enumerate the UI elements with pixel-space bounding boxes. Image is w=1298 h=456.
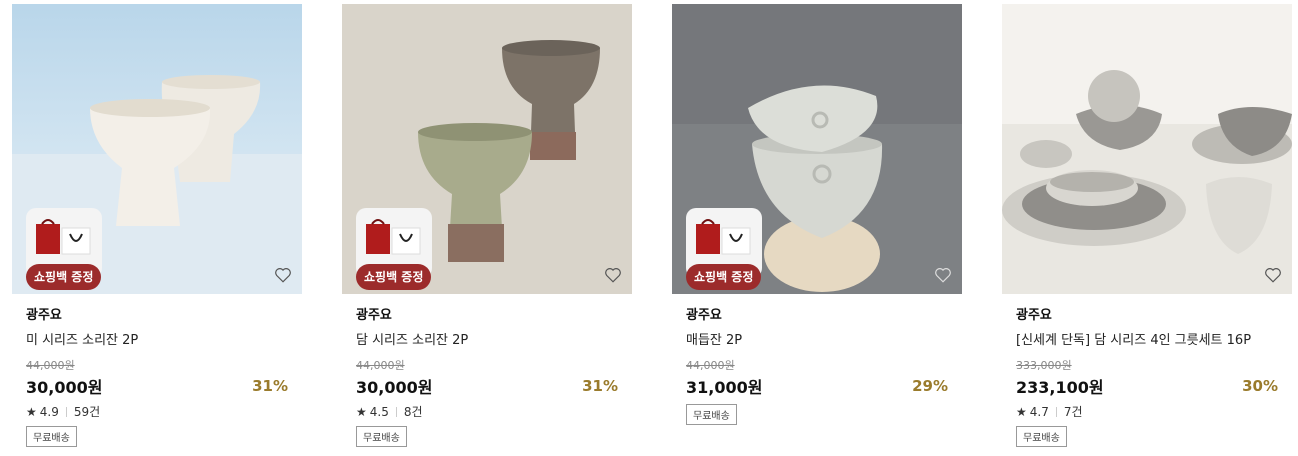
gift-badge: 쇼핑백 증정: [356, 264, 432, 290]
shopping-bag-icon: [696, 219, 751, 255]
rating-row: ★ 4.9 59건: [26, 403, 288, 420]
gift-promo: 쇼핑백 증정: [26, 208, 102, 290]
heart-icon[interactable]: [604, 266, 622, 284]
product-grid: 쇼핑백 증정 광주요 미 시리즈 소리잔 2P 44,000원 30,000원 …: [0, 0, 1298, 456]
product-brand: 광주요: [26, 308, 62, 323]
divider: [395, 406, 397, 417]
discount-rate: 31%: [582, 377, 618, 395]
product-image[interactable]: 쇼핑백 증정: [12, 4, 302, 294]
rating-row: ★ 4.7 7건: [1016, 403, 1278, 420]
original-price: 44,000원: [26, 359, 75, 372]
free-shipping-tag: 무료배송: [356, 426, 407, 447]
gift-badge: 쇼핑백 증정: [686, 264, 762, 290]
product-image[interactable]: 쇼핑백 증정: [672, 4, 962, 294]
gift-promo: 쇼핑백 증정: [686, 208, 762, 290]
product-name[interactable]: 매듭잔 2P: [686, 329, 948, 348]
original-price: 44,000원: [356, 359, 405, 372]
sale-price: 233,100원: [1016, 378, 1104, 397]
rating-score: 4.9: [39, 404, 59, 419]
product-brand: 광주요: [686, 308, 722, 323]
product-name[interactable]: 담 시리즈 소리잔 2P: [356, 329, 618, 348]
gift-promo: 쇼핑백 증정: [356, 208, 432, 290]
rating-score: 4.5: [369, 404, 389, 419]
shopping-bag-icon: [366, 219, 421, 255]
gift-badge: 쇼핑백 증정: [26, 264, 102, 290]
original-price: 44,000원: [686, 359, 735, 372]
product-card[interactable]: 쇼핑백 증정 광주요 담 시리즈 소리잔 2P 44,000원 30,000원 …: [342, 4, 632, 447]
product-card[interactable]: 쇼핑백 증정 광주요 미 시리즈 소리잔 2P 44,000원 30,000원 …: [12, 4, 302, 447]
divider: [65, 406, 67, 417]
shopping-bag-icon: [36, 219, 91, 255]
free-shipping-tag: 무료배송: [686, 404, 737, 425]
product-name[interactable]: 미 시리즈 소리잔 2P: [26, 329, 288, 348]
product-card[interactable]: 광주요 [신세계 단독] 담 시리즈 4인 그릇세트 16P 333,000원 …: [1002, 4, 1292, 447]
product-brand: 광주요: [1016, 308, 1052, 323]
heart-icon[interactable]: [274, 266, 292, 284]
heart-icon[interactable]: [1264, 266, 1282, 284]
review-count: 8건: [403, 405, 423, 419]
star-icon: ★: [26, 404, 37, 419]
discount-rate: 30%: [1242, 377, 1278, 395]
product-image[interactable]: [1002, 4, 1292, 294]
product-card[interactable]: 쇼핑백 증정 광주요 매듭잔 2P 44,000원 31,000원 29% 무료…: [672, 4, 962, 425]
product-brand: 광주요: [356, 308, 392, 323]
star-icon: ★: [1016, 404, 1027, 419]
rating-row: ★ 4.5 8건: [356, 403, 618, 420]
sale-price: 30,000원: [356, 378, 433, 397]
discount-rate: 29%: [912, 377, 948, 395]
product-image[interactable]: 쇼핑백 증정: [342, 4, 632, 294]
free-shipping-tag: 무료배송: [26, 426, 77, 447]
discount-rate: 31%: [252, 377, 288, 395]
divider: [1055, 406, 1057, 417]
heart-icon[interactable]: [934, 266, 952, 284]
review-count: 7건: [1063, 405, 1083, 419]
original-price: 333,000원: [1016, 359, 1072, 372]
review-count: 59건: [73, 405, 101, 419]
sale-price: 30,000원: [26, 378, 103, 397]
product-name[interactable]: [신세계 단독] 담 시리즈 4인 그릇세트 16P: [1016, 329, 1278, 348]
rating-score: 4.7: [1029, 404, 1049, 419]
free-shipping-tag: 무료배송: [1016, 426, 1067, 447]
dish-set-image: [1002, 4, 1292, 294]
sale-price: 31,000원: [686, 378, 763, 397]
star-icon: ★: [356, 404, 367, 419]
